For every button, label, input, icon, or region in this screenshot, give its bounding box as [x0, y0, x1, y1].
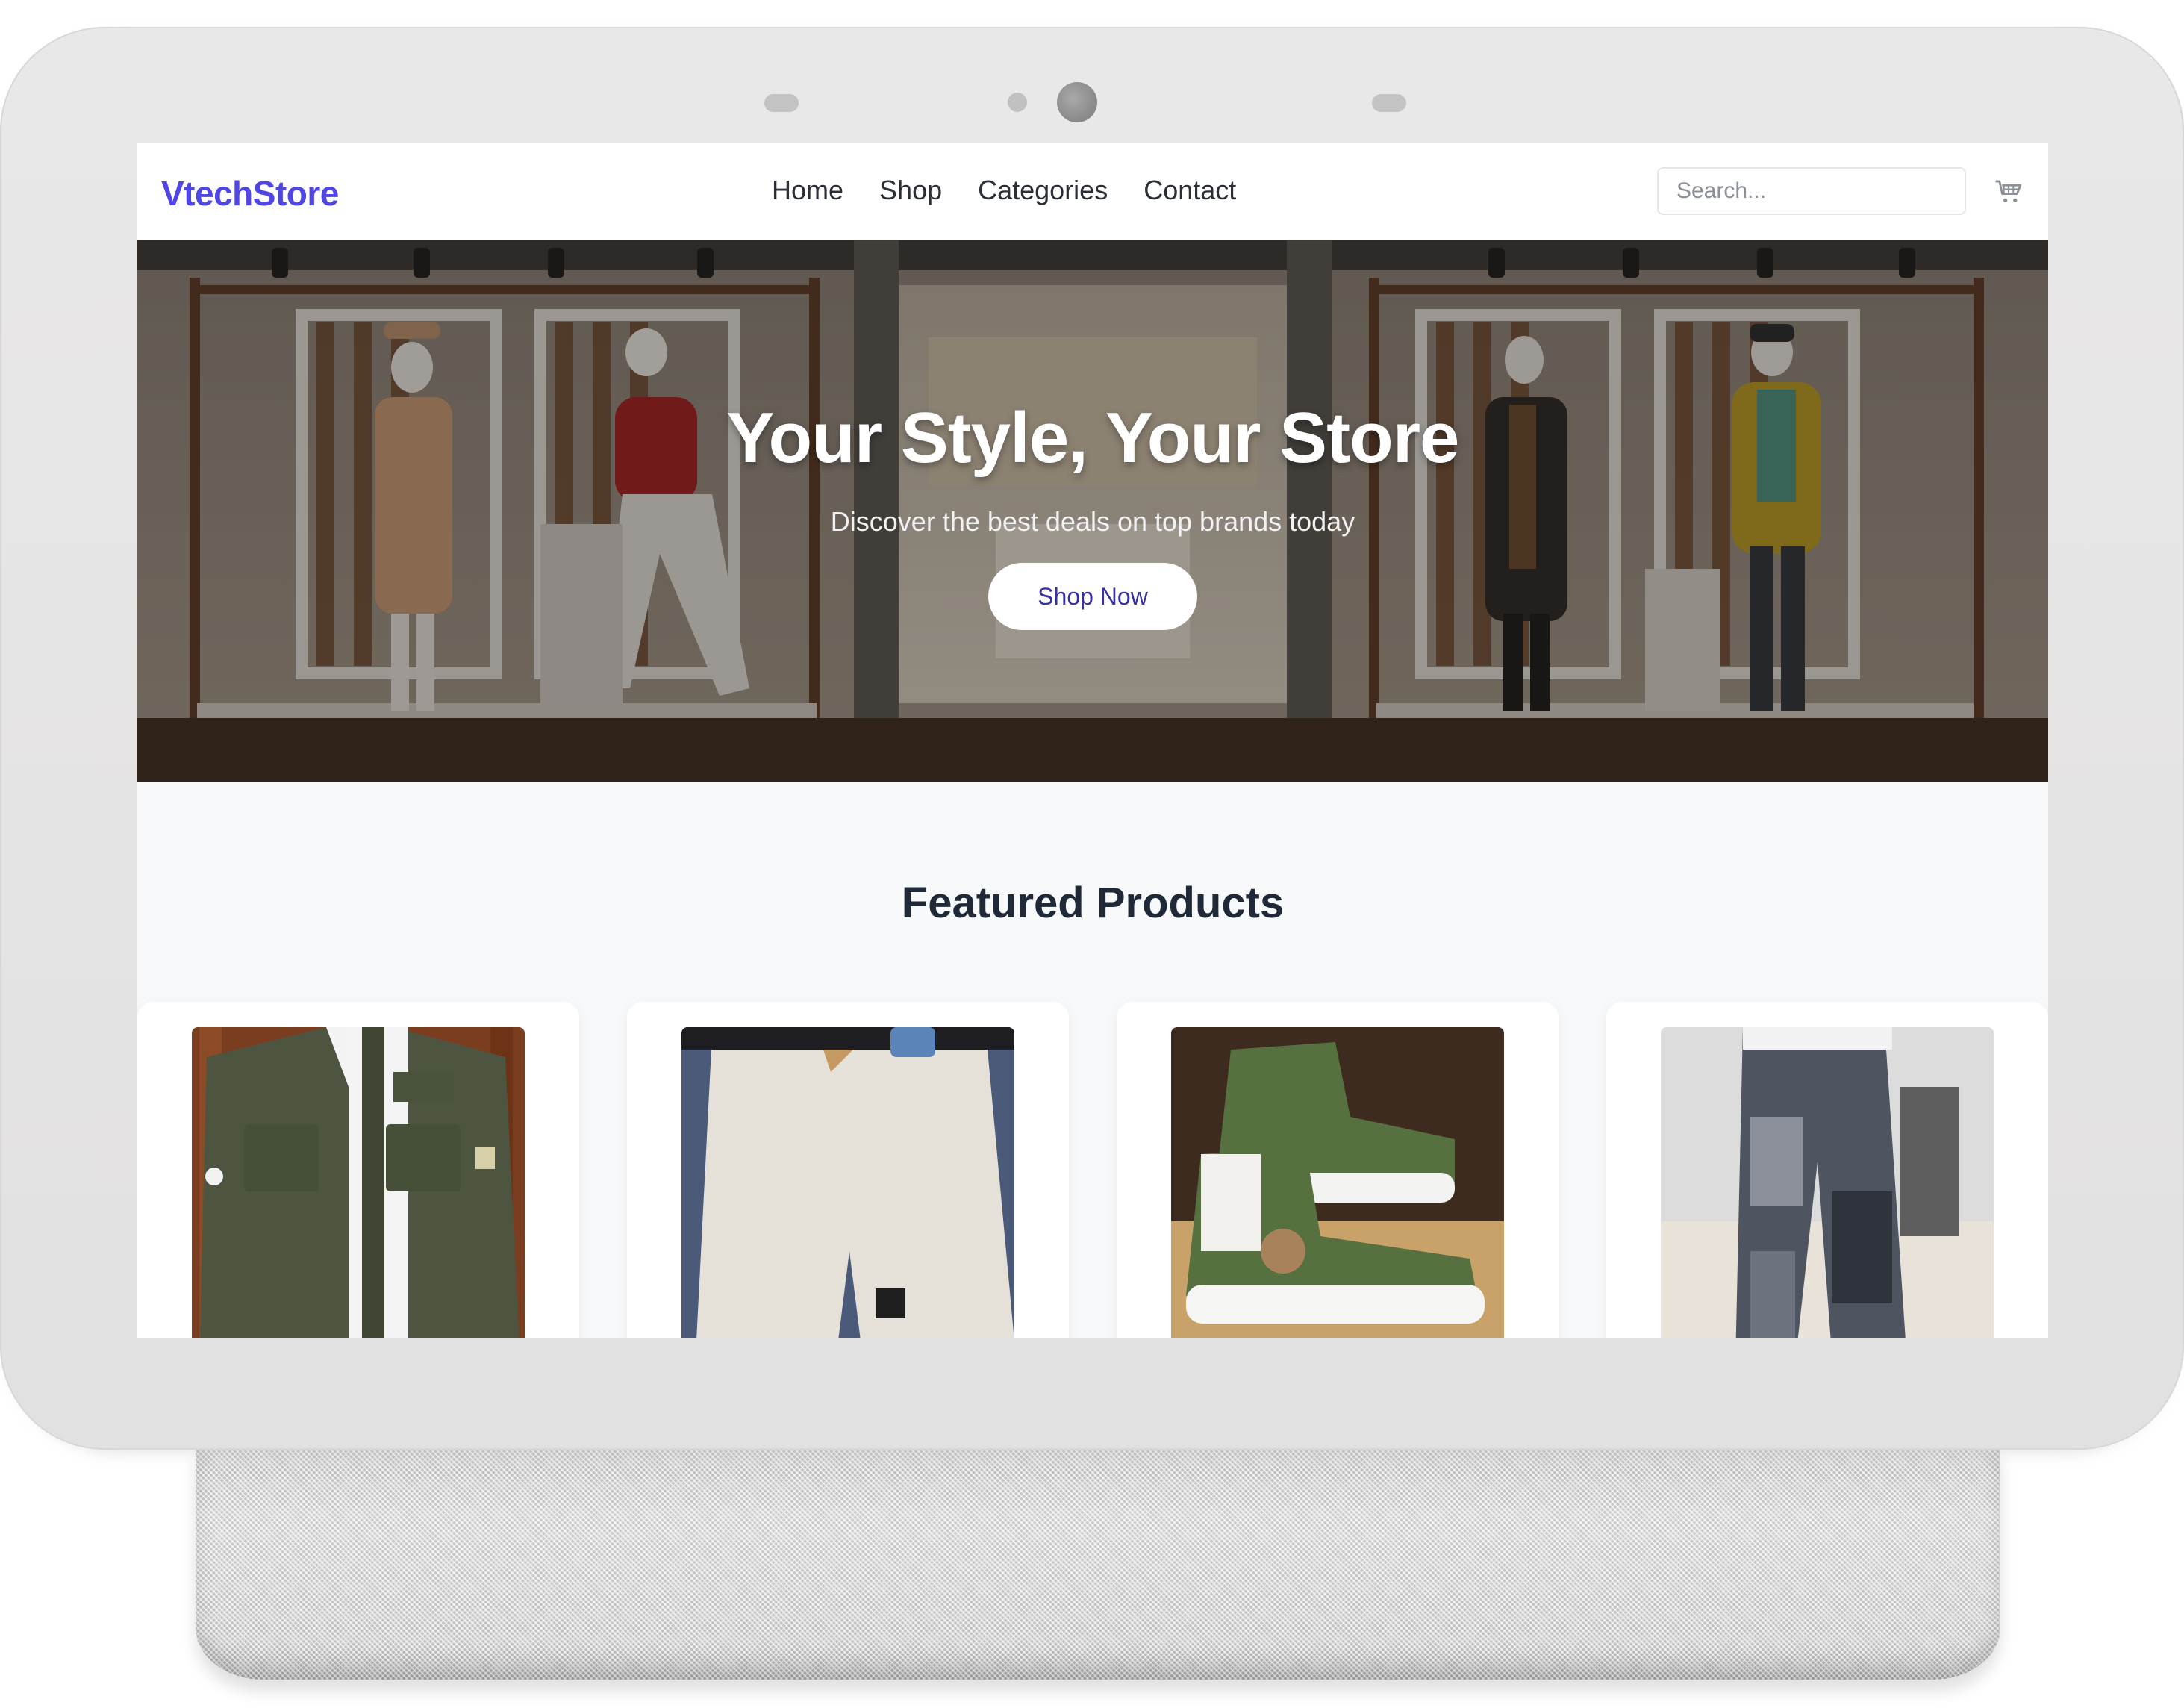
hero-subtitle: Discover the best deals on top brands to… [830, 506, 1355, 537]
nav-links: Home Shop Categories Contact [772, 175, 1236, 206]
product-card[interactable] [627, 1002, 1069, 1338]
product-card[interactable] [1117, 1002, 1559, 1338]
shopping-cart-icon[interactable] [1993, 176, 2024, 208]
search-input[interactable] [1657, 167, 1966, 215]
featured-products-title: Featured Products [901, 879, 1285, 927]
speaker-base [196, 1448, 2000, 1680]
product-card[interactable] [1606, 1002, 2048, 1338]
hero-banner: Your Style, Your Store Discover the best… [137, 240, 2048, 782]
light-sensor-right [1372, 94, 1406, 112]
hero-title: Your Style, Your Store [726, 398, 1460, 478]
mic-dot [1008, 93, 1027, 112]
navbar: VtechStore Home Shop Categories Contact [137, 143, 2048, 241]
nav-link-shop[interactable]: Shop [879, 175, 942, 206]
green-high-top-sneakers-image[interactable] [1171, 1027, 1504, 1338]
shop-now-button[interactable]: Shop Now [988, 563, 1197, 630]
camera [1057, 82, 1097, 122]
site-logo[interactable]: VtechStore [161, 173, 339, 214]
nav-link-home[interactable]: Home [772, 175, 843, 206]
nav-link-categories[interactable]: Categories [978, 175, 1108, 206]
patchwork-jeans-image[interactable] [1661, 1027, 1994, 1338]
olive-green-jacket-image[interactable] [192, 1027, 525, 1338]
light-sensor-left [764, 94, 799, 112]
product-card[interactable] [137, 1002, 579, 1338]
screen: VtechStore Home Shop Categories Contact [137, 143, 2048, 1338]
beige-shorts-image[interactable] [681, 1027, 1014, 1338]
nav-link-contact[interactable]: Contact [1144, 175, 1236, 206]
